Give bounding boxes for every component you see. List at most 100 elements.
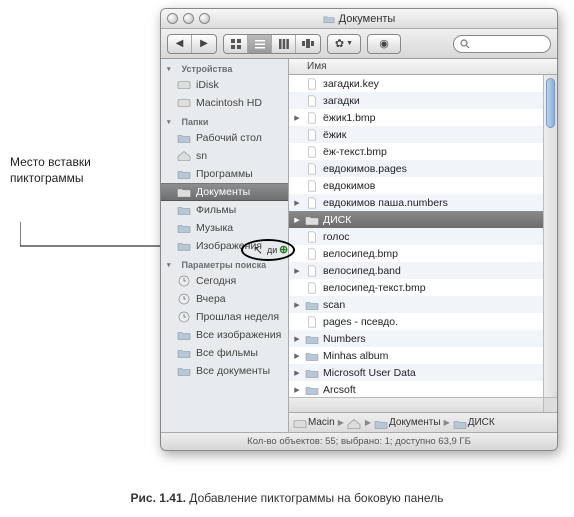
disclosure-triangle[interactable]: ▶ bbox=[293, 369, 301, 377]
file-row[interactable]: велосипед-текст.bmp bbox=[289, 279, 543, 296]
coverflow-view-button[interactable] bbox=[296, 35, 320, 53]
window-title: Документы bbox=[161, 13, 557, 25]
movies-icon bbox=[177, 204, 191, 216]
search-input[interactable] bbox=[474, 38, 544, 49]
view-group bbox=[223, 34, 321, 54]
disclosure-triangle[interactable]: ▶ bbox=[293, 335, 301, 343]
sidebar-item-label: Macintosh HD bbox=[196, 96, 262, 110]
file-row[interactable]: ▶scan bbox=[289, 296, 543, 313]
sidebar-section-header[interactable]: Параметры поиска bbox=[161, 255, 288, 272]
file-name: голос bbox=[323, 231, 350, 243]
file-row[interactable]: ёжик bbox=[289, 126, 543, 143]
file-row[interactable]: загадки bbox=[289, 92, 543, 109]
file-row[interactable]: ▶Minhas album bbox=[289, 347, 543, 364]
sidebar-item[interactable]: Все документы bbox=[161, 362, 288, 380]
scrollbar-horizontal[interactable] bbox=[289, 397, 543, 412]
sidebar-item[interactable]: Macintosh HD bbox=[161, 94, 288, 112]
sidebar-item[interactable]: Рабочий стол bbox=[161, 129, 288, 147]
eye-icon: ◉ bbox=[379, 37, 389, 50]
resize-corner[interactable] bbox=[543, 397, 557, 412]
sidebar-item[interactable]: Прошлая неделя bbox=[161, 308, 288, 326]
path-segment[interactable] bbox=[347, 418, 362, 428]
close-button[interactable] bbox=[167, 13, 178, 24]
disclosure-triangle[interactable]: ▶ bbox=[293, 386, 301, 394]
file-row[interactable]: ▶ Arcsoft bbox=[289, 381, 543, 397]
path-segment[interactable]: ДИСК bbox=[453, 417, 495, 428]
file-name: ДИСК bbox=[323, 214, 351, 226]
disclosure-triangle[interactable]: ▶ bbox=[293, 216, 301, 224]
action-menu-button[interactable]: ✿▼ bbox=[327, 34, 361, 54]
disclosure-triangle[interactable]: ▶ bbox=[293, 352, 301, 360]
sidebar-item-label: Рабочий стол bbox=[196, 131, 262, 145]
column-view-button[interactable] bbox=[272, 35, 296, 53]
minimize-button[interactable] bbox=[183, 13, 194, 24]
path-label: Macin bbox=[308, 417, 335, 428]
disclosure-triangle[interactable]: ▶ bbox=[293, 199, 301, 207]
sidebar-item[interactable]: Вчера bbox=[161, 290, 288, 308]
file-row[interactable]: ёж-текст.bmp bbox=[289, 143, 543, 160]
quicklook-button[interactable]: ◉ bbox=[367, 34, 401, 54]
sidebar-item[interactable]: Фильмы bbox=[161, 201, 288, 219]
sidebar-item[interactable]: Все изображения bbox=[161, 326, 288, 344]
home-icon bbox=[347, 418, 359, 428]
file-row[interactable]: евдокимов bbox=[289, 177, 543, 194]
scrollbar-thumb[interactable] bbox=[546, 78, 555, 128]
sidebar-section-header[interactable]: Устройства bbox=[161, 59, 288, 76]
file-row[interactable]: ▶Microsoft User Data bbox=[289, 364, 543, 381]
sidebar-item-label: Прошлая неделя bbox=[196, 310, 279, 324]
file-row[interactable]: загадки.key bbox=[289, 75, 543, 92]
sidebar-item-label: Все изображения bbox=[196, 328, 281, 342]
desktop-icon bbox=[177, 132, 191, 144]
caption-text: Добавление пиктограммы на боковую панель bbox=[186, 491, 443, 505]
file-name: загадки bbox=[323, 95, 360, 107]
disclosure-triangle[interactable]: ▶ bbox=[293, 267, 301, 275]
sidebar-item[interactable]: Программы bbox=[161, 165, 288, 183]
file-name: загадки.key bbox=[323, 78, 379, 90]
sidebar-item[interactable]: Сегодня bbox=[161, 272, 288, 290]
scrollbar-vertical[interactable] bbox=[543, 75, 557, 397]
doc-icon bbox=[305, 282, 319, 294]
path-separator: ▶ bbox=[338, 418, 344, 427]
folder-icon bbox=[323, 14, 335, 24]
sidebar-item-label: Изображения bbox=[196, 239, 262, 253]
sidebar-item[interactable]: iDisk bbox=[161, 76, 288, 94]
column-header-name[interactable]: Имя bbox=[289, 59, 557, 75]
disclosure-triangle[interactable]: ▶ bbox=[293, 301, 301, 309]
icon-view-button[interactable] bbox=[224, 35, 248, 53]
sidebar-item[interactable]: Изображения bbox=[161, 237, 288, 255]
file-row[interactable]: ▶евдокимов паша.numbers bbox=[289, 194, 543, 211]
list-view-button[interactable] bbox=[248, 35, 272, 53]
file-row[interactable]: ▶ ДИСК bbox=[289, 211, 543, 228]
folder-icon bbox=[305, 350, 319, 362]
sidebar-item[interactable]: sn bbox=[161, 147, 288, 165]
docs-icon bbox=[374, 418, 386, 428]
smart-icon bbox=[177, 347, 191, 359]
caption-prefix: Рис. 1.41. bbox=[131, 491, 186, 505]
folder-icon bbox=[305, 299, 319, 311]
file-row[interactable]: ▶велосипед.band bbox=[289, 262, 543, 279]
file-row[interactable]: голос bbox=[289, 228, 543, 245]
file-row[interactable]: евдокимов.pages bbox=[289, 160, 543, 177]
disclosure-triangle[interactable]: ▶ bbox=[293, 114, 301, 122]
zoom-button[interactable] bbox=[199, 13, 210, 24]
sidebar-item[interactable]: Все фильмы bbox=[161, 344, 288, 362]
forward-button[interactable]: ▶ bbox=[192, 35, 216, 53]
back-button[interactable]: ◀ bbox=[168, 35, 192, 53]
pictures-icon bbox=[177, 240, 191, 252]
file-row[interactable]: pages - псевдо. bbox=[289, 313, 543, 330]
doc-icon bbox=[305, 316, 319, 328]
sidebar-item-label: Программы bbox=[196, 167, 253, 181]
search-field[interactable] bbox=[453, 35, 551, 53]
path-segment[interactable]: Документы bbox=[374, 417, 441, 428]
file-name: pages - псевдо. bbox=[323, 316, 398, 328]
file-name: ёжик bbox=[323, 129, 346, 141]
path-segment[interactable]: Macin bbox=[293, 417, 335, 428]
file-row[interactable]: велосипед.bmp bbox=[289, 245, 543, 262]
sidebar: УстройстваiDisk Macintosh HD Папки Рабочий … bbox=[161, 59, 289, 432]
file-name: Arcsoft bbox=[323, 384, 356, 396]
file-row[interactable]: ▶ёжик1.bmp bbox=[289, 109, 543, 126]
file-row[interactable]: ▶Numbers bbox=[289, 330, 543, 347]
sidebar-item[interactable]: Документы bbox=[161, 183, 288, 201]
sidebar-section-header[interactable]: Папки bbox=[161, 112, 288, 129]
sidebar-item[interactable]: Музыка bbox=[161, 219, 288, 237]
